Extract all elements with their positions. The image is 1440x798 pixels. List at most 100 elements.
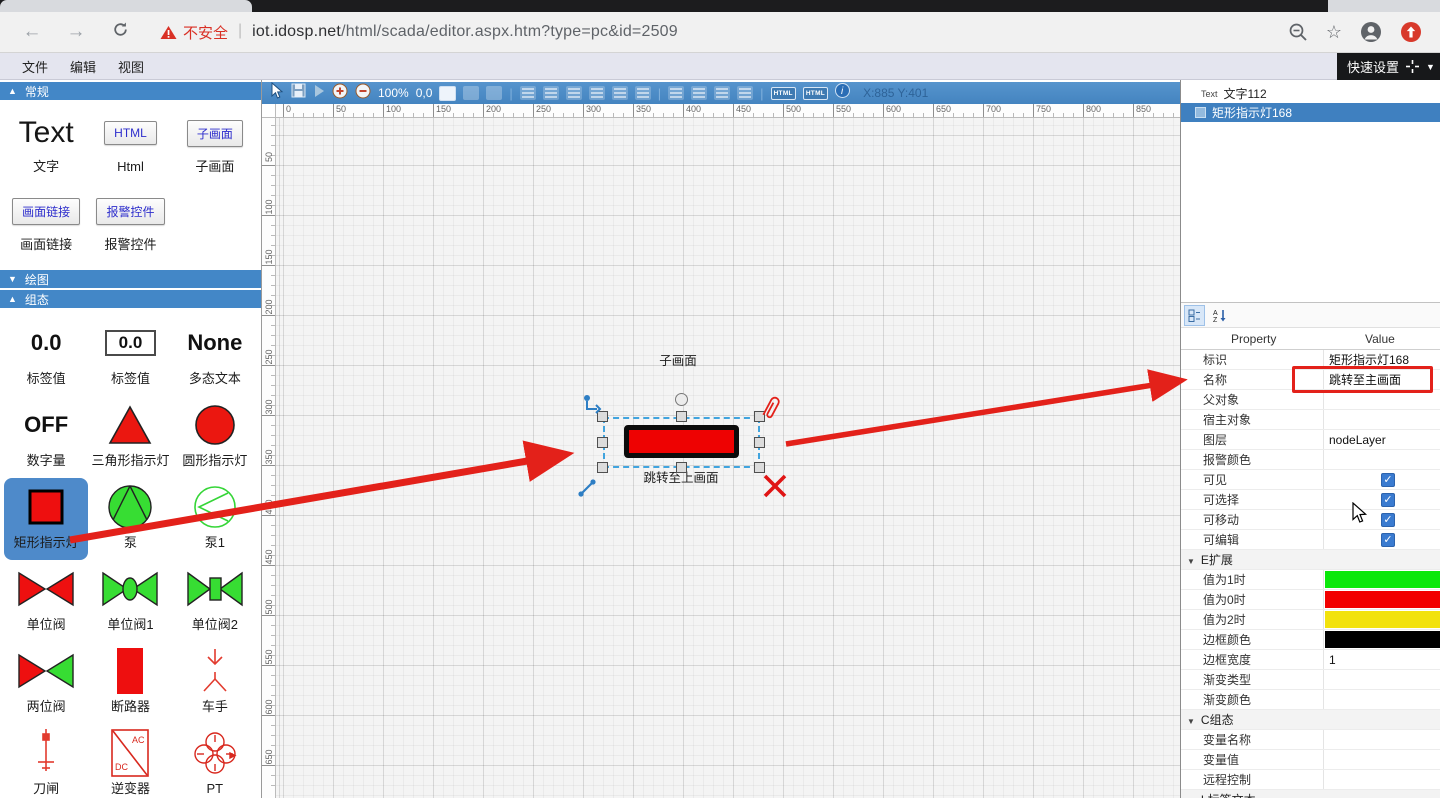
- prop-value-selectable[interactable]: ✓: [1323, 490, 1440, 509]
- quick-settings[interactable]: 快速设置 ▼: [1337, 53, 1440, 80]
- palette-item-unit-valve[interactable]: 单位阀: [4, 560, 88, 642]
- same-height-button[interactable]: [691, 86, 707, 100]
- palette-item-unit-valve-2[interactable]: 单位阀2: [173, 560, 257, 642]
- distribute-h-button[interactable]: [714, 86, 730, 100]
- prop-value-value-1-color[interactable]: [1323, 570, 1440, 589]
- palette-item-inverter[interactable]: ACDC逆变器: [88, 724, 172, 798]
- align-top-button[interactable]: [589, 86, 605, 100]
- prop-value-movable[interactable]: ✓: [1323, 510, 1440, 529]
- menu-file[interactable]: 文件: [22, 57, 48, 76]
- align-right-button[interactable]: [566, 86, 582, 100]
- prop-value-remote-control[interactable]: [1323, 770, 1440, 789]
- section-header-general[interactable]: ▲常规: [0, 82, 261, 100]
- palette-item-rect-indicator[interactable]: 矩形指示灯: [4, 478, 88, 560]
- preview-button[interactable]: [313, 84, 325, 103]
- resize-handle-e[interactable]: [754, 437, 765, 448]
- zoom-in-button[interactable]: [332, 83, 348, 104]
- prop-row-section-config[interactable]: ▼C组态: [1181, 710, 1440, 730]
- resize-handle-s[interactable]: [676, 462, 687, 473]
- prop-value-variable-value[interactable]: [1323, 750, 1440, 769]
- object-item-text112[interactable]: Text 文字112: [1181, 84, 1440, 103]
- prop-value-visible[interactable]: ✓: [1323, 470, 1440, 489]
- color-swatch-value-0-color[interactable]: [1325, 591, 1440, 608]
- object-item-rect-indicator-168[interactable]: 矩形指示灯168: [1181, 103, 1440, 122]
- html-button-2[interactable]: HTML: [803, 87, 828, 100]
- prop-value-gradient-color[interactable]: [1323, 690, 1440, 709]
- section-collapse-icon[interactable]: ▼: [1187, 717, 1195, 726]
- alarm-control-widget-button[interactable]: 报警控件: [96, 198, 164, 225]
- distribute-v-button[interactable]: [737, 86, 753, 100]
- security-warning[interactable]: 不安全: [160, 22, 228, 43]
- prop-value-value-0-color[interactable]: [1323, 590, 1440, 609]
- rotate-handle[interactable]: [675, 393, 688, 406]
- menu-edit[interactable]: 编辑: [70, 57, 96, 76]
- palette-item-triangle-indicator[interactable]: 三角形指示灯: [88, 396, 172, 478]
- update-browser-icon[interactable]: [1400, 21, 1422, 43]
- checkbox-editable[interactable]: ✓: [1381, 533, 1395, 547]
- prop-value-name[interactable]: 跳转至主画面: [1323, 370, 1440, 389]
- prop-value-parent-object[interactable]: [1323, 390, 1440, 409]
- color-swatch-border-color[interactable]: [1325, 631, 1440, 648]
- prop-value-alarm-color[interactable]: [1323, 450, 1440, 469]
- palette-item-pump[interactable]: 泵: [88, 478, 172, 560]
- menu-view[interactable]: 视图: [118, 57, 144, 76]
- palette-item-pump-1[interactable]: 泵1: [173, 478, 257, 560]
- alphabetical-sort-button[interactable]: AZ: [1209, 305, 1230, 326]
- canvas-settings-button[interactable]: [439, 86, 456, 101]
- palette-item-circle-indicator[interactable]: 圆形指示灯: [173, 396, 257, 478]
- palette-item-pt[interactable]: PT: [173, 724, 257, 798]
- resize-handle-sw[interactable]: [597, 462, 608, 473]
- prop-value-identifier[interactable]: 矩形指示灯168: [1323, 350, 1440, 369]
- palette-item-knife-switch[interactable]: 刀闸: [4, 724, 88, 798]
- html-button-1[interactable]: HTML: [771, 87, 796, 100]
- section-header-config[interactable]: ▲组态: [0, 290, 261, 308]
- save-button[interactable]: [291, 83, 306, 103]
- checkbox-selectable[interactable]: ✓: [1381, 493, 1395, 507]
- same-width-button[interactable]: [668, 86, 684, 100]
- copy-button[interactable]: [463, 86, 479, 100]
- palette-item-text-widget[interactable]: Text文字: [4, 106, 88, 184]
- align-middle-button[interactable]: [612, 86, 628, 100]
- delete-x-icon[interactable]: [762, 473, 788, 499]
- design-canvas[interactable]: 子画面 跳转至上画面: [276, 118, 1180, 798]
- section-header-draw[interactable]: ▼绘图: [0, 270, 261, 288]
- reload-icon[interactable]: [108, 21, 132, 44]
- zoom-out-button[interactable]: [355, 83, 371, 104]
- prop-value-variable-name[interactable]: [1323, 730, 1440, 749]
- palette-item-two-way-valve[interactable]: 两位阀: [4, 642, 88, 724]
- forward-icon[interactable]: →: [64, 21, 88, 43]
- align-center-button[interactable]: [543, 86, 559, 100]
- align-left-button[interactable]: [520, 86, 536, 100]
- rect-indicator-element[interactable]: [624, 425, 739, 458]
- palette-item-breaker[interactable]: 断路器: [88, 642, 172, 724]
- prop-value-value-2-color[interactable]: [1323, 610, 1440, 629]
- url-text[interactable]: iot.idosp.net/html/scada/editor.aspx.htm…: [252, 23, 678, 41]
- palette-item-tag-value[interactable]: 0.0标签值: [4, 314, 88, 396]
- palette-item-alarm-control-widget[interactable]: 报警控件报警控件: [88, 184, 172, 262]
- profile-icon[interactable]: [1360, 21, 1382, 43]
- connector-icon-top[interactable]: [582, 394, 606, 416]
- palette-item-tag-value-boxed[interactable]: 0.0标签值: [88, 314, 172, 396]
- align-bottom-button[interactable]: [635, 86, 651, 100]
- palette-item-screen-link-widget[interactable]: 画面链接画面链接: [4, 184, 88, 262]
- prop-value-editable[interactable]: ✓: [1323, 530, 1440, 549]
- subscreen-widget-button[interactable]: 子画面: [187, 120, 243, 147]
- palette-item-digital-value[interactable]: OFF数字量: [4, 396, 88, 478]
- color-swatch-value-2-color[interactable]: [1325, 611, 1440, 628]
- checkbox-movable[interactable]: ✓: [1381, 513, 1395, 527]
- screen-link-widget-button[interactable]: 画面链接: [12, 198, 80, 225]
- back-icon[interactable]: ←: [20, 21, 44, 43]
- categorized-view-button[interactable]: [1184, 305, 1205, 326]
- select-tool[interactable]: [271, 82, 284, 104]
- resize-handle-w[interactable]: [597, 437, 608, 448]
- resize-handle-se[interactable]: [754, 462, 765, 473]
- zoom-out-icon[interactable]: [1288, 22, 1308, 42]
- html-widget-button[interactable]: HTML: [104, 121, 157, 145]
- section-collapse-icon[interactable]: ▼: [1187, 557, 1195, 566]
- browser-tab[interactable]: [0, 0, 252, 12]
- prop-value-host-object[interactable]: [1323, 410, 1440, 429]
- palette-item-subscreen-widget[interactable]: 子画面子画面: [173, 106, 257, 184]
- prop-row-section-label-text[interactable]: ▼L标签文本: [1181, 790, 1440, 798]
- color-swatch-value-1-color[interactable]: [1325, 571, 1440, 588]
- palette-item-unit-valve-1[interactable]: 单位阀1: [88, 560, 172, 642]
